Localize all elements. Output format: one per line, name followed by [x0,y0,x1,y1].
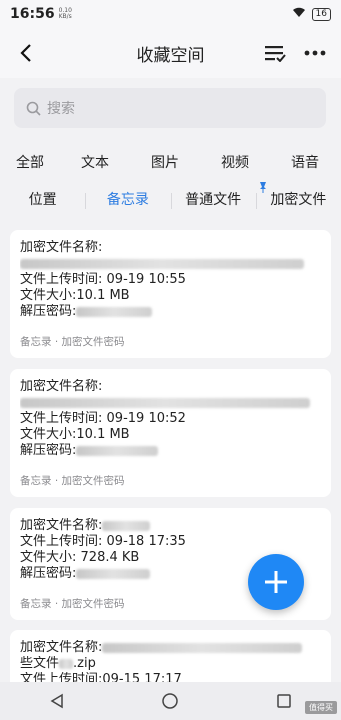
file-size: 10.1 MB [76,288,130,303]
search-placeholder: 搜索 [47,101,75,117]
list-item[interactable]: 加密文件名称: 文件上传时间: 09-19 10:55 文件大小:10.1 MB… [10,230,331,358]
nav-recents-button[interactable] [264,686,304,716]
file-name-label: 加密文件名称: [20,240,103,255]
list-check-icon [265,46,286,62]
redacted-text [76,568,151,579]
tab-memo[interactable]: 备忘录 [85,189,170,209]
nav-back-button[interactable] [37,686,77,716]
triangle-back-icon [50,693,63,709]
redacted-text [59,658,74,669]
tab-voice[interactable]: 语音 [270,152,340,172]
tab-encrypted-files-label: 加密文件 [270,192,327,208]
list-item[interactable]: 加密文件名称: 些文件 .zip 文件上传时间:09-15 17:17 [10,630,331,682]
back-arrow-icon [20,44,31,62]
redacted-text [20,258,304,269]
sort-filter-button[interactable] [261,39,289,67]
wifi-icon [292,7,306,22]
file-size: 10.1 MB [76,427,130,442]
upload-time-label: 文件上传时间: [20,534,103,549]
list-item[interactable]: 加密文件名称: 文件上传时间: 09-19 10:52 文件大小:10.1 MB… [10,369,331,497]
file-name-label: 加密文件名称: [20,379,103,394]
password-label: 解压密码: [20,304,77,319]
status-time: 16:56 [10,6,55,22]
system-nav-bar: 值得买 [0,682,341,720]
status-bar: 16:56 0.10 KB/s 16 [0,0,341,28]
upload-time: 09-18 17:35 [106,534,186,549]
file-extension: .zip [73,656,96,671]
upload-time: 09-19 10:55 [106,272,186,287]
square-recents-icon [277,694,291,708]
pin-icon [259,182,266,193]
file-name-label: 加密文件名称: [20,518,103,533]
nav-home-button[interactable] [150,686,190,716]
search-icon [26,101,41,116]
size-label: 文件大小: [20,288,77,303]
tab-text[interactable]: 文本 [60,152,130,172]
redacted-text [102,642,303,653]
more-button[interactable] [301,39,329,67]
add-button[interactable] [248,554,304,610]
search-input[interactable]: 搜索 [14,88,326,128]
tab-regular-files[interactable]: 普通文件 [170,189,256,209]
tab-all[interactable]: 全部 [0,152,60,172]
upload-time-label: 文件上传时间: [20,411,103,426]
card-footer: 备忘录 · 加密文件密码 [20,475,125,487]
redacted-text [76,445,159,456]
tab-location[interactable]: 位置 [0,189,85,209]
size-label: 文件大小: [20,427,77,442]
category-tabs-primary: 全部 文本 图片 视频 语音 [0,148,341,176]
memo-list: 加密文件名称: 文件上传时间: 09-19 10:55 文件大小:10.1 MB… [0,228,341,682]
card-footer: 备忘录 · 加密文件密码 [20,336,125,348]
more-dots-icon [304,50,326,56]
file-size: 728.4 KB [80,550,140,565]
upload-time: 09-15 17:17 [102,672,182,682]
redacted-text [102,520,151,531]
file-name-prefix: 些文件 [20,656,60,671]
redacted-text [76,306,153,317]
size-label: 文件大小: [20,550,77,565]
battery-icon: 16 [311,7,331,21]
file-name-label: 加密文件名称: [20,640,103,655]
tab-encrypted-files[interactable]: 加密文件 [255,182,341,209]
password-label: 解压密码: [20,443,77,458]
upload-time-label: 文件上传时间: [20,272,103,287]
plus-icon [265,571,287,593]
upload-time: 09-19 10:52 [106,411,186,426]
app-header: 收藏空间 [0,28,341,78]
category-tabs-secondary: 位置 备忘录 普通文件 加密文件 [0,182,341,212]
redacted-text [20,397,310,408]
tab-images[interactable]: 图片 [130,152,200,172]
tab-videos[interactable]: 视频 [200,152,270,172]
password-label: 解压密码: [20,566,77,581]
watermark: 值得买 [305,701,337,714]
back-button[interactable] [6,33,46,73]
circle-home-icon [162,693,179,709]
upload-time-label: 文件上传时间: [20,672,103,682]
network-speed: 0.10 KB/s [58,7,72,20]
